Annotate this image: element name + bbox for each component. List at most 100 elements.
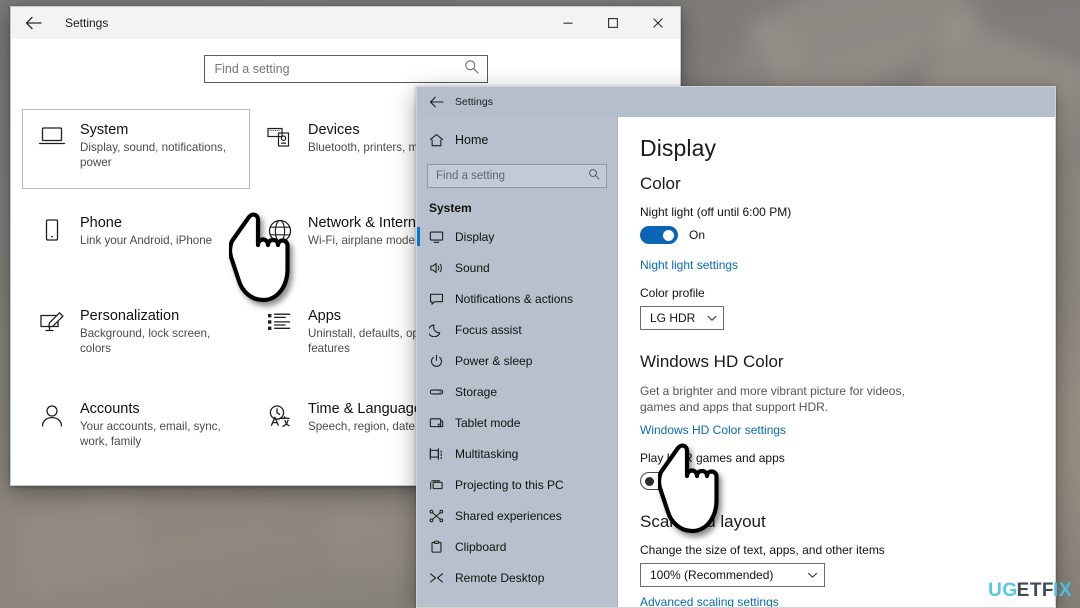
color-profile-label: Color profile xyxy=(640,286,705,300)
sidebar-item-clipboard[interactable]: Clipboard xyxy=(417,531,617,562)
night-light-settings-link[interactable]: Night light settings xyxy=(640,258,1055,272)
maximize-button[interactable] xyxy=(590,7,635,39)
storage-icon xyxy=(429,385,455,399)
phone-icon xyxy=(38,213,80,242)
clipboard-icon xyxy=(429,540,455,554)
tile-title: Personalization xyxy=(80,308,180,324)
sidebar-item-tablet-mode[interactable]: Tablet mode xyxy=(417,407,617,438)
desktop-background: Settings Find a setting System Display, … xyxy=(0,0,1080,608)
remote-desktop-icon xyxy=(429,571,455,585)
sidebar-search-input[interactable]: Find a setting xyxy=(427,164,607,188)
hd-color-settings-link[interactable]: Windows HD Color settings xyxy=(640,423,1055,437)
color-profile-value: LG HDR 4K3 xyxy=(650,311,699,325)
window-title: Settings xyxy=(455,96,493,108)
tile-phone[interactable]: Phone Link your Android, iPhone xyxy=(22,202,250,282)
tile-text: Phone Link your Android, iPhone xyxy=(80,213,212,249)
sidebar-item-storage[interactable]: Storage xyxy=(417,376,617,407)
search-icon xyxy=(464,59,479,79)
night-light-toggle[interactable] xyxy=(640,226,678,244)
sidebar-item-focus-assist[interactable]: Focus assist xyxy=(417,314,617,345)
sidebar-item-label: Projecting to this PC xyxy=(455,477,564,492)
scale-label: Change the size of text, apps, and other… xyxy=(640,543,885,557)
notification-icon xyxy=(429,292,455,306)
tile-description: Your accounts, email, sync, work, family xyxy=(80,420,221,448)
tile-title: Phone xyxy=(80,215,122,231)
section-heading-color: Color xyxy=(640,174,681,193)
tile-title: System xyxy=(80,122,129,138)
brush-icon xyxy=(38,306,80,335)
sidebar-home-label: Home xyxy=(455,133,489,147)
hdr-games-apps-label: Play HDR games and apps xyxy=(640,451,785,465)
minimize-button[interactable] xyxy=(545,7,590,39)
sidebar-item-home[interactable]: Home xyxy=(417,125,617,155)
sidebar-item-label: Storage xyxy=(455,384,498,399)
sidebar-item-label: Notifications & actions xyxy=(455,291,574,306)
person-icon xyxy=(38,399,80,428)
tile-accounts[interactable]: Accounts Your accounts, email, sync, wor… xyxy=(22,388,250,468)
hdr-games-apps-toggle[interactable] xyxy=(640,472,678,490)
sidebar-item-label: Multitasking xyxy=(455,446,519,461)
devices-icon xyxy=(266,120,308,149)
close-button[interactable] xyxy=(635,7,680,39)
back-window-titlebar: Settings xyxy=(11,7,680,39)
list-icon xyxy=(266,306,308,335)
color-profile-dropdown[interactable]: LG HDR 4K3 xyxy=(640,306,724,330)
night-light-state: On xyxy=(689,228,706,242)
sidebar-item-projecting-to-this-pc[interactable]: Projecting to this PC xyxy=(417,469,617,500)
sidebar-item-label: Clipboard xyxy=(455,539,507,554)
moon-icon xyxy=(429,323,455,337)
sidebar-item-label: Power & sleep xyxy=(455,353,533,368)
tile-description: Background, lock screen, colors xyxy=(80,327,211,355)
settings-sidebar: Home Find a setting System Display Sound… xyxy=(417,117,618,607)
search-placeholder: Find a setting xyxy=(214,62,290,76)
sidebar-item-sound[interactable]: Sound xyxy=(417,252,617,283)
search-icon xyxy=(588,167,600,185)
sidebar-item-label: Shared experiences xyxy=(455,508,562,523)
share-icon xyxy=(429,509,455,523)
sidebar-item-notifications-actions[interactable]: Notifications & actions xyxy=(417,283,617,314)
scale-value: 100% (Recommended) xyxy=(650,568,774,582)
power-icon xyxy=(429,354,455,368)
back-button[interactable] xyxy=(417,87,455,117)
window-title: Settings xyxy=(65,16,109,30)
front-window-titlebar: Settings xyxy=(417,87,1055,117)
selection-indicator xyxy=(417,227,420,246)
back-button[interactable] xyxy=(11,7,55,39)
globe-icon xyxy=(266,213,308,244)
tile-text: Accounts Your accounts, email, sync, wor… xyxy=(80,399,230,449)
sidebar-item-shared-experiences[interactable]: Shared experiences xyxy=(417,500,617,531)
sidebar-item-multitasking[interactable]: Multitasking xyxy=(417,438,617,469)
tile-description: Link your Android, iPhone xyxy=(80,234,213,247)
watermark: UG ETF IX xyxy=(988,580,1072,602)
sidebar-item-label: Sound xyxy=(455,260,490,275)
wallpaper-shape xyxy=(12,493,148,597)
night-light-toggle-row: On xyxy=(640,226,1055,244)
sidebar-item-label: Display xyxy=(455,229,495,244)
hdr-toggle-row: Off xyxy=(640,472,1055,490)
tile-personalization[interactable]: Personalization Background, lock screen,… xyxy=(22,295,250,375)
projecting-icon xyxy=(429,478,455,492)
tile-text: Time & Language Speech, region, date xyxy=(308,399,422,435)
sidebar-item-power-sleep[interactable]: Power & sleep xyxy=(417,345,617,376)
tile-description: Speech, region, date xyxy=(308,420,415,433)
tablet-icon xyxy=(429,416,455,430)
hd-color-description: Get a brighter and more vibrant picture … xyxy=(640,384,905,414)
tile-title: Accounts xyxy=(80,401,140,417)
hdr-toggle-state: Off xyxy=(689,474,705,488)
tile-title: Time & Language xyxy=(308,401,422,417)
sidebar-item-label: Tablet mode xyxy=(455,415,521,430)
monitor-icon xyxy=(429,230,455,244)
sidebar-item-remote-desktop[interactable]: Remote Desktop xyxy=(417,562,617,593)
scale-dropdown[interactable]: 100% (Recommended) xyxy=(640,563,825,587)
display-settings-window[interactable]: Settings Home Find a setting System Disp… xyxy=(416,86,1056,608)
window-controls xyxy=(545,7,680,39)
sidebar-item-label: Focus assist xyxy=(455,322,522,337)
section-heading-scale-layout: Scale and layout xyxy=(640,512,766,531)
sidebar-search-placeholder: Find a setting xyxy=(436,170,506,182)
section-heading-hd-color: Windows HD Color xyxy=(640,352,784,371)
search-input[interactable]: Find a setting xyxy=(203,55,488,83)
sidebar-item-display[interactable]: Display xyxy=(417,221,617,252)
laptop-icon xyxy=(38,120,80,147)
back-search-wrap: Find a setting xyxy=(11,39,680,83)
tile-system[interactable]: System Display, sound, notifications, po… xyxy=(22,109,250,189)
